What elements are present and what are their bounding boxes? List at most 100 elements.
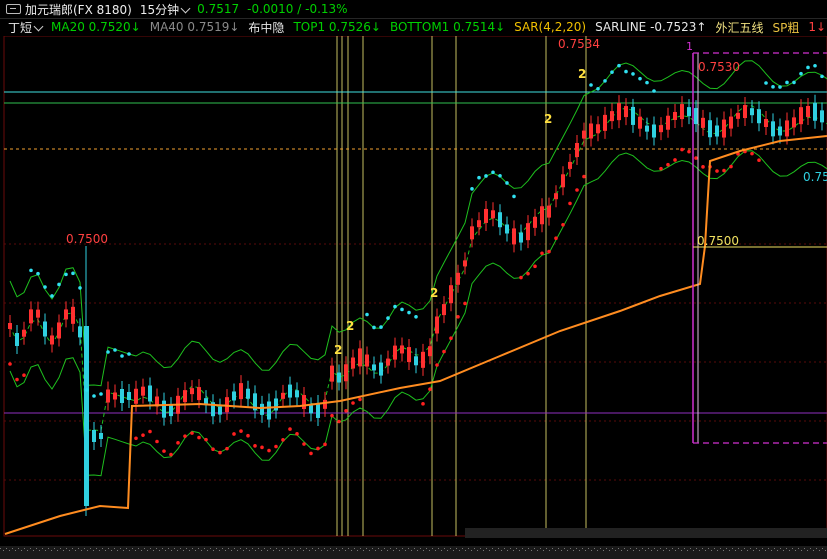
candle xyxy=(722,119,726,138)
fx-lines-readout[interactable]: 外汇五线 xyxy=(715,19,763,36)
status-dot xyxy=(255,550,256,551)
ma20-readout[interactable]: MA20 0.7520↓ xyxy=(51,20,141,34)
status-dot xyxy=(498,548,499,549)
status-dot xyxy=(165,550,166,551)
candle xyxy=(295,390,299,398)
status-dot xyxy=(375,550,376,551)
status-dot xyxy=(42,548,43,549)
status-dot xyxy=(768,548,769,549)
sar-dot xyxy=(155,439,159,444)
status-dot xyxy=(183,550,184,551)
candle xyxy=(505,224,509,234)
sar-dot xyxy=(568,201,572,206)
bottom1-readout[interactable]: BOTTOM1 0.7514↓ xyxy=(390,20,505,34)
status-dot xyxy=(210,548,211,549)
status-dot xyxy=(543,550,544,551)
sar-dot xyxy=(379,325,383,329)
status-dot xyxy=(294,548,295,549)
status-dot xyxy=(378,548,379,549)
sar-dot xyxy=(232,432,236,436)
status-dot xyxy=(474,548,475,549)
candle xyxy=(449,285,453,304)
status-dot xyxy=(540,548,541,549)
status-dot xyxy=(204,548,205,549)
sar-dot xyxy=(750,151,754,156)
period-select[interactable]: 15分钟 xyxy=(139,1,191,18)
sar-dot xyxy=(260,445,264,450)
sar-dot xyxy=(211,447,215,452)
status-dot xyxy=(549,550,550,551)
status-dot xyxy=(357,550,358,551)
sar-dot xyxy=(484,174,488,178)
sar-dot xyxy=(687,149,691,154)
status-dot xyxy=(282,548,283,549)
candle xyxy=(274,398,278,411)
status-dot xyxy=(810,548,811,549)
status-dot xyxy=(777,550,778,551)
sar-dot xyxy=(309,451,313,456)
sar-dot xyxy=(141,433,145,437)
period-label: 15分钟 xyxy=(139,2,180,17)
candle xyxy=(757,109,761,124)
status-dot xyxy=(804,548,805,549)
window-icon[interactable] xyxy=(6,4,21,14)
status-dot xyxy=(801,550,802,551)
candle xyxy=(351,357,355,369)
last-price: 0.7517 xyxy=(197,2,240,16)
status-dot xyxy=(555,550,556,551)
status-dot xyxy=(756,548,757,549)
box-top-label: 0.7530 xyxy=(698,60,740,74)
sar-dot xyxy=(540,251,544,256)
status-dot xyxy=(489,550,490,551)
status-dot xyxy=(438,548,439,549)
status-dot xyxy=(231,550,232,551)
status-dot xyxy=(387,550,388,551)
status-dot xyxy=(702,548,703,549)
sar-dot xyxy=(617,63,621,68)
status-dot xyxy=(468,548,469,549)
candle xyxy=(589,123,593,139)
candle xyxy=(561,174,565,188)
status-dot xyxy=(402,548,403,549)
candle xyxy=(43,321,47,337)
candle xyxy=(29,309,33,324)
sp-count[interactable]: 1↓ xyxy=(808,20,826,34)
sar-readout[interactable]: SAR(4,2,20) xyxy=(514,20,586,34)
status-dot xyxy=(615,550,616,551)
sar-dot xyxy=(78,286,82,290)
candle xyxy=(358,348,362,367)
sar-dot xyxy=(183,434,187,438)
status-dot xyxy=(174,548,175,549)
candle xyxy=(470,226,474,240)
status-dot xyxy=(39,550,40,551)
status-dot xyxy=(87,550,88,551)
sar-dot xyxy=(43,285,47,289)
status-dot xyxy=(792,548,793,549)
top1-readout[interactable]: TOP1 0.7526↓ xyxy=(293,20,381,34)
candlestick-chart[interactable]: 0.7500 0.7534 0.7530 0.7500 1 0.75 2 2 2… xyxy=(0,36,827,559)
ma40-readout[interactable]: MA40 0.7519↓ xyxy=(150,20,240,34)
layout-readout[interactable]: 布中隐 xyxy=(248,19,284,36)
candle xyxy=(99,433,103,439)
status-dot xyxy=(807,550,808,551)
sar-dot xyxy=(134,436,138,441)
candle xyxy=(71,306,75,324)
candle xyxy=(344,364,348,382)
status-dot xyxy=(558,548,559,549)
sp-readout[interactable]: SP粗 xyxy=(772,19,799,36)
sar-dot xyxy=(120,354,124,358)
status-dot xyxy=(369,550,370,551)
style-select[interactable]: 丁短 xyxy=(8,19,44,36)
mark-label: 2 xyxy=(334,343,342,357)
candle xyxy=(806,105,810,117)
status-dot xyxy=(513,550,514,551)
candle xyxy=(288,384,292,398)
status-dot xyxy=(423,550,424,551)
status-dot xyxy=(54,548,55,549)
status-dot xyxy=(417,550,418,551)
status-dot xyxy=(30,548,31,549)
sarline-readout[interactable]: SARLINE -0.7523↑ xyxy=(595,20,706,34)
status-dot xyxy=(144,548,145,549)
status-dot xyxy=(3,550,4,551)
sar-dot xyxy=(253,444,257,448)
